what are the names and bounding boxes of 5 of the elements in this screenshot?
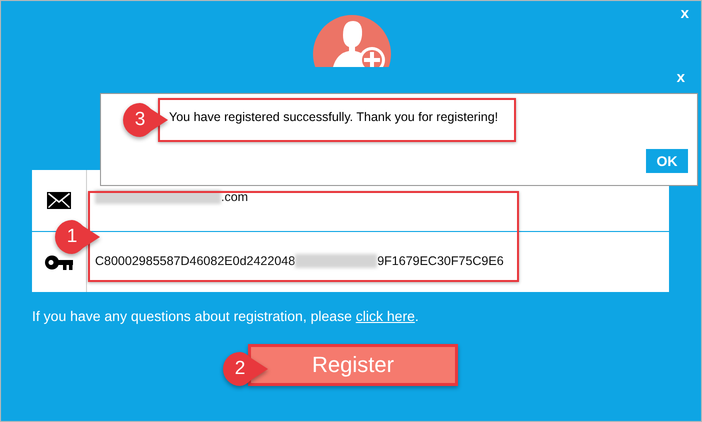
success-message: You have registered successfully. Thank you for registering! [169, 110, 498, 124]
callout-badge: 3 [121, 101, 169, 139]
help-text: If you have any questions about registration, please click here. [32, 308, 420, 324]
callout-badge: 2 [221, 350, 269, 388]
callout-badge: 1 [53, 218, 101, 256]
